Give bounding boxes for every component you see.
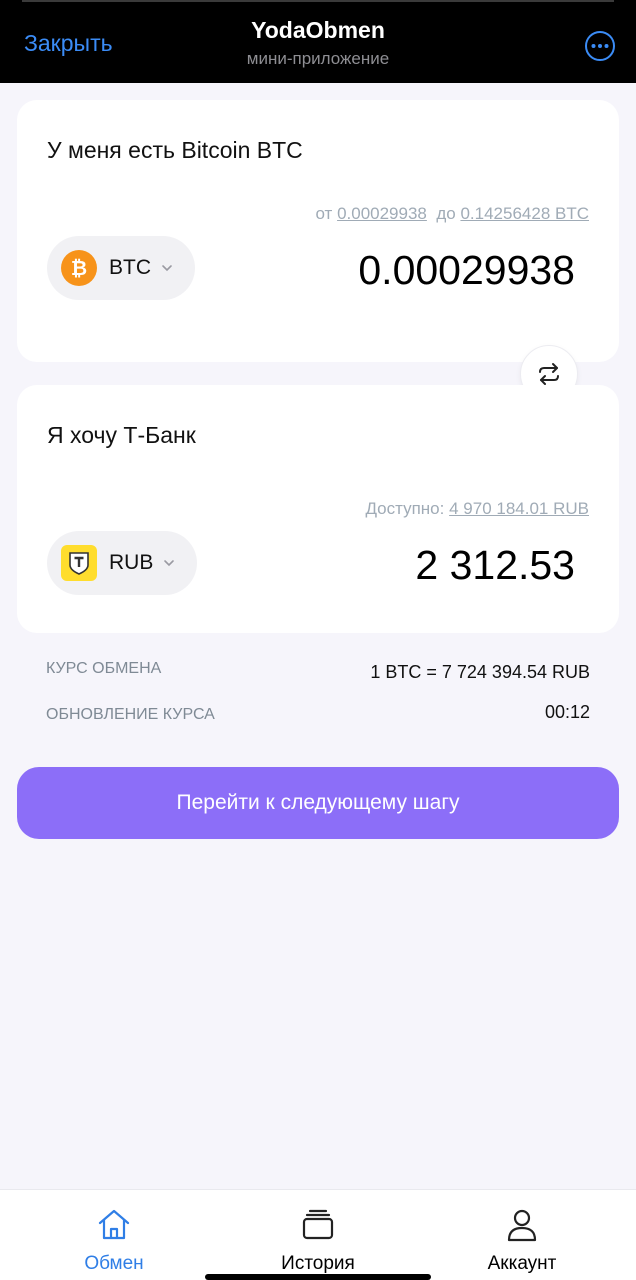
bottom-navigation: Обмен История Аккаунт	[0, 1189, 636, 1280]
nav-label-history: История	[281, 1253, 355, 1274]
app-header: Закрыть YodaObmen мини-приложение	[0, 0, 636, 83]
app-subtitle: мини-приложение	[246, 49, 390, 68]
svg-text:₿: ₿	[71, 256, 87, 280]
chevron-down-icon	[162, 265, 172, 272]
give-range: от 0.00029938 до 0.14256428 BTC	[315, 204, 589, 224]
give-card-title: У меня есть Bitcoin BTC	[47, 137, 303, 163]
receive-card-title: Я хочу Т-Банк	[47, 422, 196, 448]
more-dots-icon	[585, 31, 615, 61]
home-indicator	[205, 1274, 431, 1280]
receive-card: Я хочу Т-Банк Доступно: 4 970 184.01 RUB…	[17, 385, 619, 633]
receive-currency-selector[interactable]: RUB	[47, 531, 197, 595]
nav-item-exchange[interactable]: Обмен	[44, 1190, 184, 1280]
range-to-prefix: до	[436, 204, 456, 223]
nav-item-account[interactable]: Аккаунт	[452, 1190, 592, 1280]
update-label: ОБНОВЛЕНИЕ КУРСА	[46, 706, 215, 723]
range-max-link[interactable]: 0.14256428 BTC	[460, 204, 589, 223]
rate-label: КУРС ОБМЕНА	[46, 660, 162, 677]
give-card: У меня есть Bitcoin BTC от 0.00029938 до…	[17, 100, 619, 362]
give-currency-selector[interactable]: ₿ BTC	[47, 236, 195, 300]
available-label: Доступно:	[365, 499, 445, 518]
swap-arrows-icon	[539, 363, 559, 385]
nav-item-history[interactable]: История	[248, 1190, 388, 1280]
available-balance: Доступно: 4 970 184.01 RUB	[365, 499, 589, 519]
more-options-button[interactable]	[584, 30, 616, 62]
bitcoin-icon: ₿	[61, 250, 97, 286]
history-stack-icon	[302, 1209, 334, 1240]
tbank-icon	[61, 545, 97, 581]
update-timer: 00:12	[544, 702, 590, 722]
nav-label-exchange: Обмен	[84, 1253, 144, 1274]
rate-value: 1 BTC = 7 724 394.54 RUB	[370, 662, 590, 682]
header-divider	[22, 0, 614, 2]
give-amount-input[interactable]: 0.00029938	[358, 247, 575, 294]
range-min-link[interactable]: 0.00029938	[337, 204, 427, 223]
give-currency-label: BTC	[109, 256, 151, 279]
chevron-down-icon	[164, 560, 175, 567]
range-from-prefix: от	[315, 204, 333, 223]
available-value-link[interactable]: 4 970 184.01 RUB	[449, 499, 589, 518]
receive-currency-label: RUB	[109, 551, 154, 574]
home-icon	[98, 1209, 130, 1240]
nav-label-account: Аккаунт	[487, 1253, 557, 1274]
receive-amount-input[interactable]: 2 312.53	[415, 542, 575, 589]
app-title: YodaObmen	[251, 17, 385, 43]
user-icon	[507, 1209, 537, 1242]
next-step-button[interactable]: Перейти к следующему шагу	[17, 767, 619, 839]
